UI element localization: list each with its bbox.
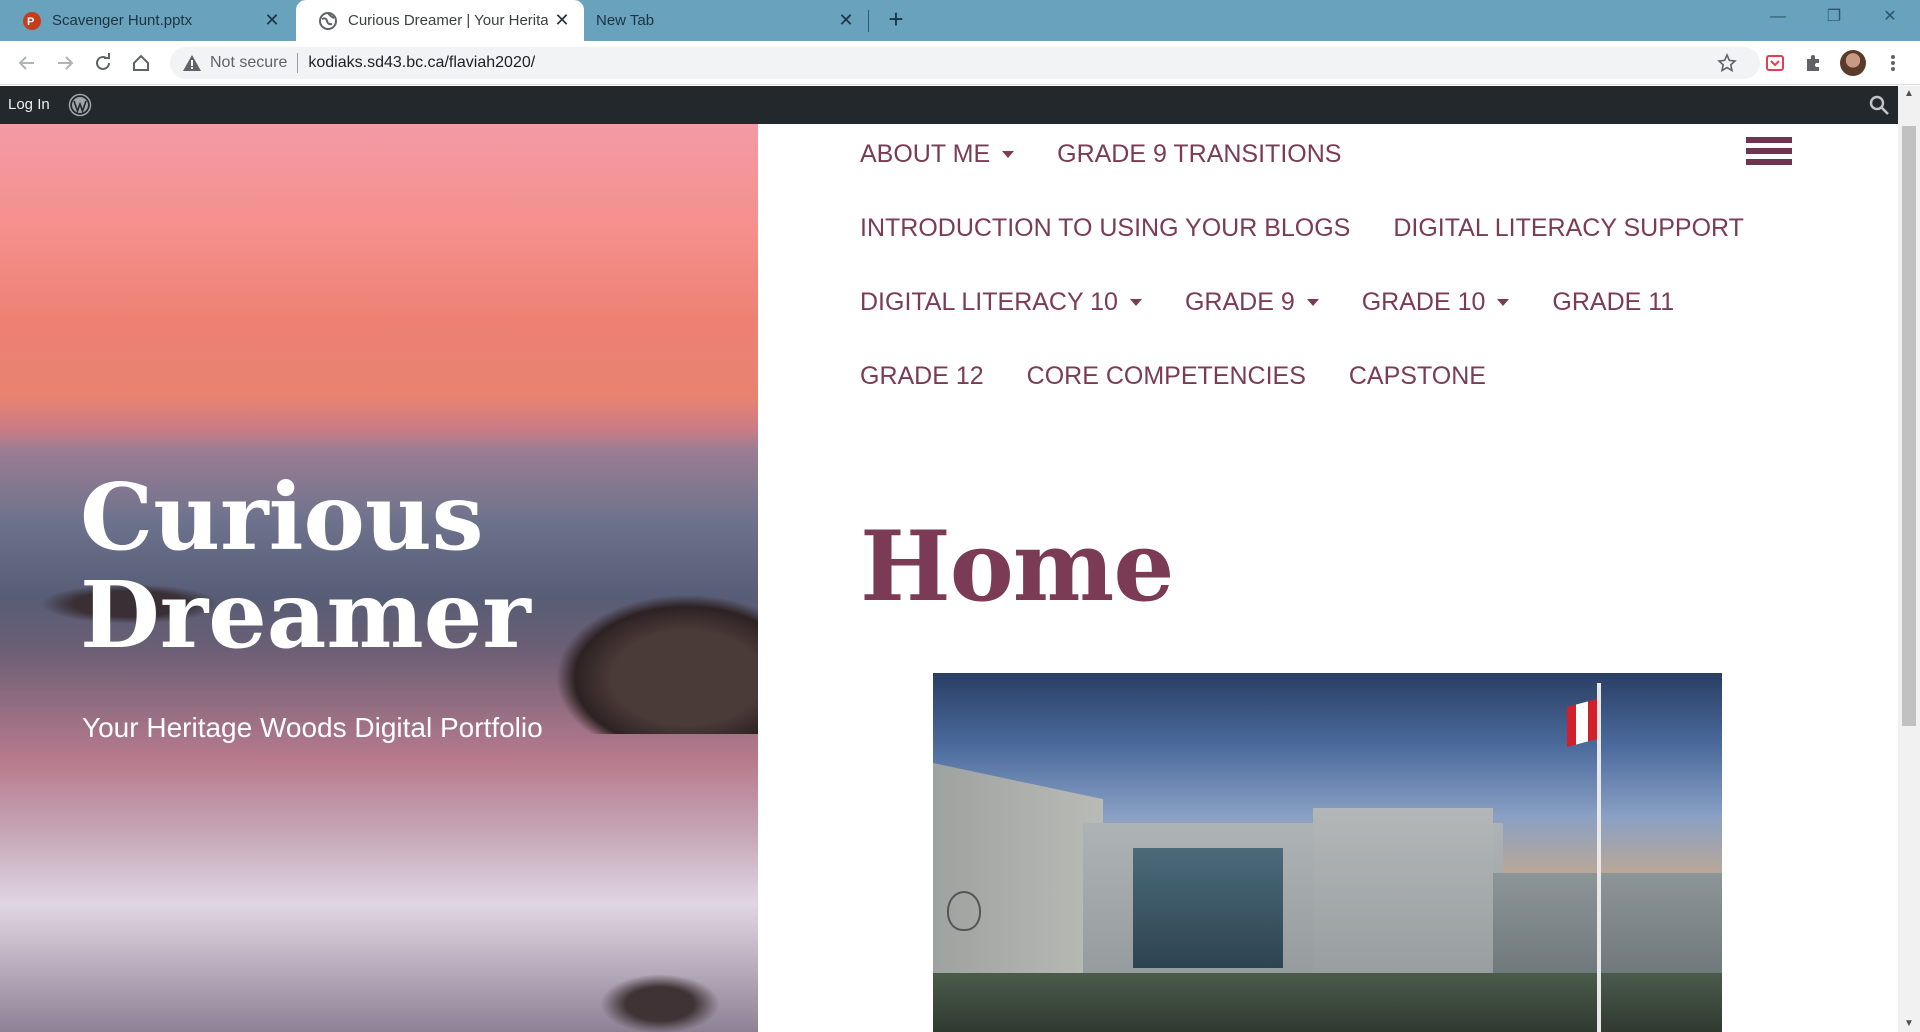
address-bar[interactable]: Not secure kodiaks.sd43.bc.ca/flaviah202… [170, 47, 1760, 79]
url-text[interactable]: kodiaks.sd43.bc.ca/flaviah2020/ [308, 54, 535, 72]
reload-icon[interactable] [90, 50, 116, 76]
tab-divider [868, 10, 869, 32]
scroll-down-arrow-icon[interactable]: ▼ [1898, 1016, 1920, 1032]
tab-strip: P Scavenger Hunt.pptx ✕ Curious Dreamer … [0, 0, 1920, 41]
extensions-puzzle-icon[interactable] [1800, 50, 1826, 76]
nav-row: INTRODUCTION TO USING YOUR BLOGS DIGITAL… [860, 198, 1787, 258]
nav-row: DIGITAL LITERACY 10 GRADE 9 GRADE 10 GRA… [860, 272, 1717, 332]
nav-item-grade-9-transitions[interactable]: GRADE 9 TRANSITIONS [1057, 140, 1341, 169]
omnibox-divider [297, 53, 299, 73]
site-title-line: Dreamer [80, 561, 531, 669]
tab-title: New Tab [596, 12, 655, 29]
nav-item-grade-12[interactable]: GRADE 12 [860, 362, 984, 391]
forward-icon[interactable] [52, 50, 78, 76]
wp-admin-bar: Log In [0, 86, 1898, 124]
school-building-photo [933, 673, 1722, 1032]
home-icon[interactable] [128, 50, 154, 76]
warning-icon[interactable] [182, 53, 202, 73]
photo-flagpole [1597, 683, 1601, 1032]
nav-item-introduction-to-using-your-blogs[interactable]: INTRODUCTION TO USING YOUR BLOGS [860, 214, 1350, 243]
caret-down-icon [1129, 298, 1142, 306]
wordpress-logo-icon[interactable] [68, 93, 92, 117]
nav-item-capstone[interactable]: CAPSTONE [1349, 362, 1486, 391]
nav-item-grade-10[interactable]: GRADE 10 [1362, 288, 1510, 317]
close-tab-icon[interactable]: ✕ [548, 10, 576, 31]
nav-item-about-me[interactable]: ABOUT ME [860, 140, 1015, 169]
nav-item-core-competencies[interactable]: CORE COMPETENCIES [1027, 362, 1306, 391]
hamburger-menu-icon[interactable] [1746, 137, 1792, 173]
back-icon[interactable] [14, 50, 40, 76]
nav-item-digital-literacy-10[interactable]: DIGITAL LITERACY 10 [860, 288, 1142, 317]
tab-scavenger-hunt[interactable]: P Scavenger Hunt.pptx ✕ [0, 0, 294, 41]
site-tagline: Your Heritage Woods Digital Portfolio [82, 712, 543, 743]
nav-item-digital-literacy-support[interactable]: DIGITAL LITERACY SUPPORT [1393, 214, 1744, 243]
tab-curious-dreamer[interactable]: Curious Dreamer | Your Heritage ✕ [296, 0, 584, 41]
page-title: Home [860, 510, 1174, 623]
menu-kebab-icon[interactable] [1880, 50, 1906, 76]
bookmark-star-icon[interactable] [1714, 50, 1740, 76]
caret-down-icon [1497, 298, 1510, 306]
canada-flag-icon [1567, 698, 1597, 748]
school-crest-icon [947, 891, 981, 931]
photo-window [1133, 848, 1283, 968]
tab-title: Scavenger Hunt.pptx [52, 12, 193, 29]
scroll-up-arrow-icon[interactable]: ▲ [1898, 86, 1920, 102]
pocket-extension-icon[interactable] [1762, 50, 1788, 76]
security-label[interactable]: Not secure [210, 54, 287, 72]
tab-title: Curious Dreamer | Your Heritage [348, 12, 548, 29]
caret-down-icon [1306, 298, 1319, 306]
nav-row: GRADE 12 CORE COMPETENCIES CAPSTONE [860, 346, 1529, 406]
new-tab-button[interactable]: + [880, 4, 912, 36]
globe-icon [319, 11, 337, 30]
search-icon[interactable] [1868, 94, 1890, 116]
nav-item-grade-11[interactable]: GRADE 11 [1552, 288, 1674, 317]
nav-row: ABOUT ME GRADE 9 TRANSITIONS [860, 124, 1384, 184]
caret-down-icon [1002, 150, 1015, 158]
profile-avatar[interactable] [1840, 50, 1866, 76]
hero-rock [600, 974, 720, 1032]
close-tab-icon[interactable]: ✕ [258, 10, 286, 31]
close-window-icon[interactable]: ✕ [1862, 0, 1918, 36]
close-tab-icon[interactable]: ✕ [832, 10, 860, 31]
photo-trees [933, 973, 1722, 1032]
page-scrollbar[interactable]: ▲ ▼ [1898, 86, 1920, 1032]
site-title-line: Curious [80, 463, 484, 571]
tab-new-tab[interactable]: New Tab ✕ [584, 0, 868, 41]
login-link[interactable]: Log In [8, 86, 50, 124]
browser-toolbar: Not secure kodiaks.sd43.bc.ca/flaviah202… [0, 41, 1920, 85]
svg-text:P: P [27, 16, 34, 28]
site-title[interactable]: Curious Dreamer [80, 468, 700, 664]
restore-icon[interactable]: ❐ [1806, 0, 1862, 36]
nav-item-grade-9[interactable]: GRADE 9 [1185, 288, 1319, 317]
minimize-icon[interactable]: — [1750, 0, 1806, 36]
powerpoint-icon: P [23, 11, 41, 30]
scrollbar-thumb[interactable] [1902, 126, 1916, 726]
